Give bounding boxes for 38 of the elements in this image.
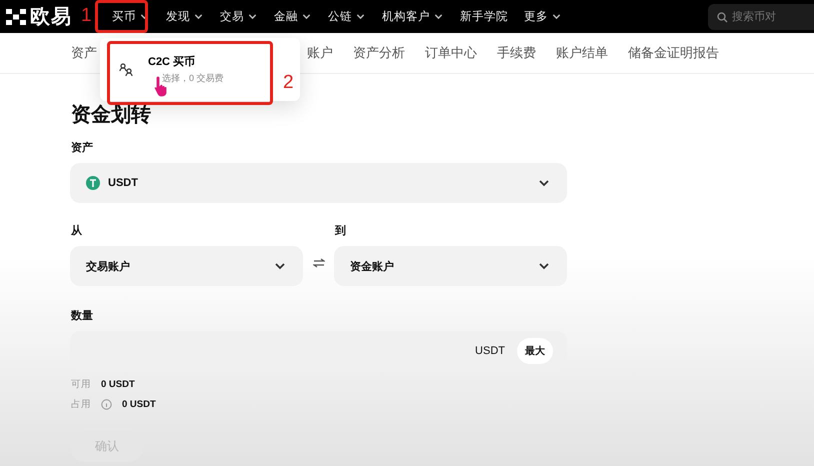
sub-nav-link[interactable]: 账户: [307, 44, 333, 62]
nav-menu-item[interactable]: 买币: [112, 9, 150, 24]
page-title: 资金划转: [71, 103, 152, 128]
occupied-value: 0 USDT: [122, 399, 156, 410]
max-button[interactable]: 最大: [517, 338, 553, 364]
sub-nav-link[interactable]: 储备金证明报告: [628, 44, 719, 62]
occupied-label: 占用: [71, 398, 91, 411]
from-account-select[interactable]: 交易账户: [70, 246, 303, 286]
nav-menu-item[interactable]: 交易: [220, 9, 258, 24]
field-label: 到: [335, 224, 347, 238]
available-value: 0 USDT: [101, 379, 135, 390]
sub-nav-link[interactable]: 账户结单: [556, 44, 608, 62]
sub-nav-link[interactable]: 手续费: [497, 44, 536, 62]
field-label: 数量: [71, 309, 94, 323]
field-label: 资产: [71, 140, 94, 155]
nav-menu-item[interactable]: 公链: [328, 9, 366, 24]
sub-nav-link[interactable]: 资产: [71, 44, 97, 62]
info-icon: [101, 399, 112, 410]
search-field[interactable]: 搜索币对: [708, 4, 814, 30]
asset-select[interactable]: USDT: [70, 163, 567, 203]
users-icon: [118, 62, 134, 78]
nav-menu-item[interactable]: 机构客户: [382, 9, 444, 24]
to-account-select[interactable]: 资金账户: [334, 246, 567, 286]
nav-menu-item[interactable]: 更多: [524, 9, 562, 24]
available-label: 可用: [71, 378, 91, 391]
coin-icon: [86, 176, 100, 190]
sub-nav-link[interactable]: 订单中心: [425, 44, 477, 62]
logo-text: 欧易: [30, 5, 72, 30]
step-number: 2: [283, 72, 294, 94]
nav-menu-item[interactable]: 金融: [274, 9, 312, 24]
logo-icon: [6, 8, 26, 24]
swap-icon[interactable]: [312, 258, 324, 268]
step-number: 1: [81, 5, 92, 27]
highlight-frame: [95, 0, 148, 33]
sub-nav-link[interactable]: 资产分析: [353, 44, 405, 62]
nav-menu-item[interactable]: 新手学院: [460, 9, 508, 24]
nav-menu-item[interactable]: 发现: [166, 9, 204, 24]
field-label: 从: [71, 224, 83, 238]
